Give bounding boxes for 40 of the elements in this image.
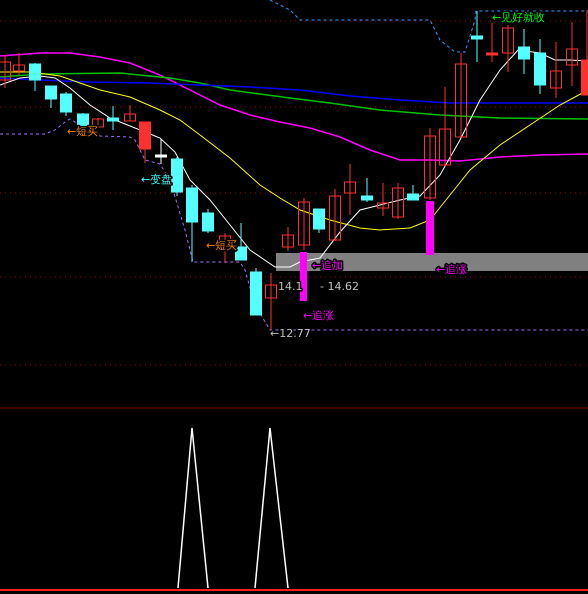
candlestick: [265, 272, 277, 330]
candlestick: [13, 52, 25, 76]
candlestick: [361, 178, 373, 202]
candlestick: [392, 182, 404, 220]
candlestick: [155, 138, 167, 164]
candlestick: [124, 104, 136, 122]
chart-annotation: - 14.62: [320, 280, 359, 293]
chart-annotation: ←追涨: [303, 309, 334, 322]
chart-annotation: ←短买: [67, 125, 98, 138]
candlestick: [250, 268, 262, 316]
candlestick: [77, 112, 89, 128]
volume-bar: [300, 252, 307, 301]
candlestick: [471, 10, 483, 62]
candlestick: [298, 198, 310, 250]
candlestick: [92, 118, 104, 128]
candlestick: [534, 38, 546, 94]
candlestick: [313, 208, 325, 234]
volume-bar: [426, 201, 434, 255]
candlestick: [486, 22, 498, 62]
candlestick: [235, 222, 247, 260]
chart-annotation: ←见好就收: [492, 11, 546, 24]
candlestick: [329, 188, 341, 242]
candlestick: [0, 54, 11, 88]
candlestick: [29, 62, 41, 92]
chart-annotation: ←12.77: [270, 327, 311, 340]
candlestick: [407, 184, 419, 200]
candlestick: [282, 226, 294, 252]
candlestick: [60, 92, 72, 116]
candlestick: [377, 182, 389, 216]
candlestick: [171, 156, 183, 196]
candlestick: [566, 22, 578, 86]
candlestick: [518, 28, 530, 74]
candlestick: [550, 42, 562, 98]
candlestick: [502, 24, 514, 72]
candlestick: [344, 164, 356, 216]
candlestick: [107, 106, 119, 130]
chart-annotation: ←追加: [312, 259, 344, 272]
candlestick: [45, 86, 57, 108]
candlestick: [139, 122, 151, 164]
candlestick: [202, 208, 214, 234]
